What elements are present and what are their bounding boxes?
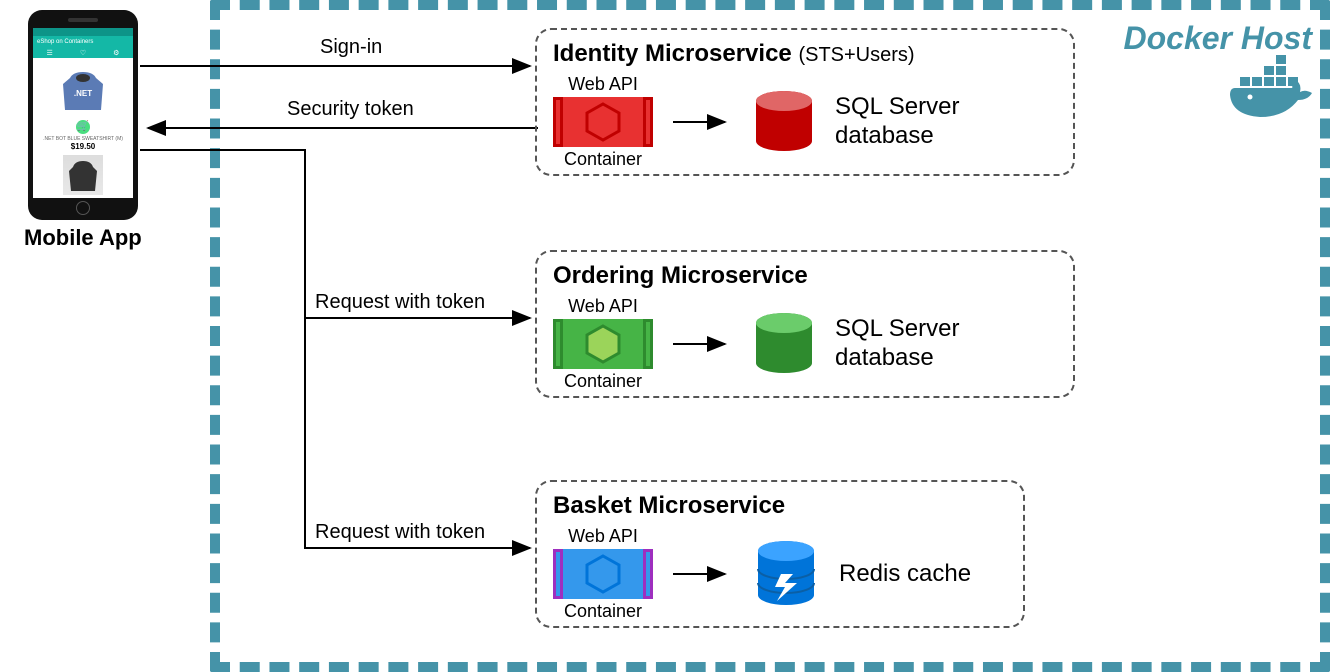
- basket-microservice: Basket Microservice Web API Container: [535, 480, 1025, 628]
- redis-cache-icon: [753, 539, 819, 609]
- architecture-diagram: Docker Host eShop on Containers ☰♡⚙: [0, 0, 1340, 672]
- arrow-token: [140, 118, 538, 138]
- database-icon: [753, 311, 815, 377]
- svg-text:.NET: .NET: [74, 89, 92, 98]
- identity-db-label: SQL Serverdatabase: [835, 93, 960, 151]
- mobile-phone: eShop on Containers ☰♡⚙ .NET 🛒 .NET BOT …: [28, 10, 138, 220]
- phone-tabs: ☰♡⚙: [33, 48, 133, 58]
- docker-host-label: Docker Host: [1124, 20, 1313, 57]
- container-label: Container: [564, 371, 642, 392]
- hexagon-icon: [582, 101, 624, 143]
- basket-container: Web API Container: [553, 524, 653, 624]
- identity-title-text: Identity Microservice: [553, 40, 792, 67]
- hexagon-icon: [582, 323, 624, 365]
- identity-title: Identity Microservice (STS+Users): [553, 40, 1057, 68]
- webapi-label: Web API: [568, 74, 638, 95]
- webapi-label: Web API: [568, 526, 638, 547]
- webapi-label: Web API: [568, 296, 638, 317]
- identity-container: Web API Container: [553, 72, 653, 172]
- phone-price: $19.50: [71, 142, 95, 151]
- phone-product: .NET 🛒 .NET BOT BLUE SWEATSHIRT (M) $19.…: [33, 58, 133, 195]
- basket-db-label: Redis cache: [839, 560, 971, 589]
- ordering-db-label: SQL Serverdatabase: [835, 315, 960, 373]
- identity-subtitle: (STS+Users): [798, 44, 914, 66]
- ordering-container: Web API Container: [553, 294, 653, 394]
- ordering-microservice: Ordering Microservice Web API Container: [535, 250, 1075, 398]
- identity-microservice: Identity Microservice (STS+Users) Web AP…: [535, 28, 1075, 176]
- mobile-app-label: Mobile App: [24, 225, 142, 251]
- phone-app-title: eShop on Containers: [33, 36, 133, 48]
- docker-logo-icon: [1230, 55, 1330, 140]
- arrow-icon: [673, 334, 733, 354]
- hexagon-icon: [582, 553, 624, 595]
- container-label: Container: [564, 149, 642, 170]
- ordering-title: Ordering Microservice: [553, 262, 1057, 290]
- arrow-icon: [673, 112, 733, 132]
- database-icon: [753, 89, 815, 155]
- arrow-signin: [140, 56, 538, 76]
- container-label: Container: [564, 601, 642, 622]
- basket-title: Basket Microservice: [553, 492, 1007, 520]
- arrow-icon: [673, 564, 733, 584]
- phone-screen: eShop on Containers ☰♡⚙ .NET 🛒 .NET BOT …: [33, 28, 133, 198]
- arrow-request-basket: [140, 150, 540, 560]
